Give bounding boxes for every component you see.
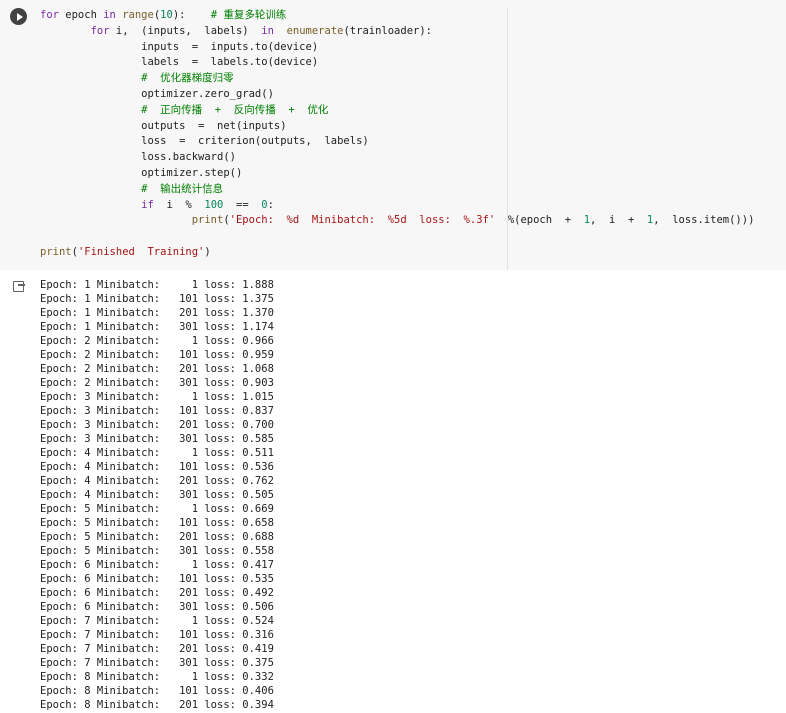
output-line: Epoch: 1 Minibatch: 101 loss: 1.375 — [40, 293, 274, 305]
output-arrow-icon[interactable] — [13, 281, 25, 292]
output-line: Epoch: 7 Minibatch: 1 loss: 0.524 — [40, 615, 274, 627]
output-line: Epoch: 6 Minibatch: 101 loss: 0.535 — [40, 573, 274, 585]
output-line: Epoch: 4 Minibatch: 301 loss: 0.505 — [40, 489, 274, 501]
output-line: Epoch: 2 Minibatch: 1 loss: 0.966 — [40, 335, 274, 347]
code-line-9: loss = criterion(outputs, labels) — [40, 135, 369, 148]
code-line-13: if i % 100 == 0: — [141, 198, 274, 211]
code-line-2: for i, (inputs, labels) in enumerate(tra… — [90, 24, 432, 37]
output-line: Epoch: 2 Minibatch: 301 loss: 0.903 — [40, 377, 274, 389]
run-cell-button[interactable] — [10, 8, 27, 25]
output-line: Epoch: 6 Minibatch: 301 loss: 0.506 — [40, 601, 274, 613]
code-line-8: outputs = net(inputs) — [40, 119, 287, 132]
output-line: Epoch: 5 Minibatch: 301 loss: 0.558 — [40, 545, 274, 557]
output-line: Epoch: 2 Minibatch: 101 loss: 0.959 — [40, 349, 274, 361]
code-line-3: inputs = inputs.to(device) — [40, 40, 319, 53]
output-line: Epoch: 6 Minibatch: 1 loss: 0.417 — [40, 559, 274, 571]
output-line: Epoch: 1 Minibatch: 201 loss: 1.370 — [40, 307, 274, 319]
output-line: Epoch: 7 Minibatch: 301 loss: 0.375 — [40, 657, 274, 669]
output-line: Epoch: 1 Minibatch: 301 loss: 1.174 — [40, 321, 274, 333]
output-line: Epoch: 5 Minibatch: 101 loss: 0.658 — [40, 517, 274, 529]
output-line: Epoch: 3 Minibatch: 201 loss: 0.700 — [40, 419, 274, 431]
code-cell[interactable]: for epoch in range(10): # 重复多轮训练 for i, … — [0, 0, 786, 270]
output-line: Epoch: 4 Minibatch: 1 loss: 0.511 — [40, 447, 274, 459]
output-line: Epoch: 3 Minibatch: 1 loss: 1.015 — [40, 391, 274, 403]
output-line: Epoch: 2 Minibatch: 201 loss: 1.068 — [40, 363, 274, 375]
output-line: Epoch: 4 Minibatch: 201 loss: 0.762 — [40, 475, 274, 487]
output-line: Epoch: 8 Minibatch: 101 loss: 0.406 — [40, 685, 274, 697]
output-line: Epoch: 5 Minibatch: 201 loss: 0.688 — [40, 531, 274, 543]
code-line-6: optimizer.zero_grad() — [40, 87, 274, 100]
code-line-4: labels = labels.to(device) — [40, 56, 319, 69]
code-line-10: loss.backward() — [40, 151, 236, 164]
code-line-7: # 正向传播 + 反向传播 + 优化 — [141, 103, 329, 116]
output-line: Epoch: 4 Minibatch: 101 loss: 0.536 — [40, 461, 274, 473]
code-line-5: # 优化器梯度归零 — [141, 72, 234, 85]
output-line: Epoch: 8 Minibatch: 1 loss: 0.332 — [40, 671, 274, 683]
code-line-12: # 输出统计信息 — [141, 182, 224, 195]
code-line-16: print('Finished Training') — [40, 245, 211, 258]
output-line: Epoch: 3 Minibatch: 301 loss: 0.585 — [40, 433, 274, 445]
output-line: Epoch: 1 Minibatch: 1 loss: 1.888 — [40, 279, 274, 291]
output-line: Epoch: 8 Minibatch: 201 loss: 0.394 — [40, 699, 274, 711]
output-line: Epoch: 5 Minibatch: 1 loss: 0.669 — [40, 503, 274, 515]
output-line: Epoch: 7 Minibatch: 101 loss: 0.316 — [40, 629, 274, 641]
code-editor[interactable]: for epoch in range(10): # 重复多轮训练 for i, … — [40, 8, 754, 261]
code-line-1: for epoch in range(10): # 重复多轮训练 — [40, 9, 287, 21]
cell-output: Epoch: 1 Minibatch: 1 loss: 1.888 Epoch:… — [40, 278, 274, 712]
code-line-11: optimizer.step() — [40, 166, 243, 179]
output-line: Epoch: 3 Minibatch: 101 loss: 0.837 — [40, 405, 274, 417]
code-line-14: print('Epoch: %d Minibatch: %5d loss: %.… — [191, 214, 755, 227]
output-line: Epoch: 6 Minibatch: 201 loss: 0.492 — [40, 587, 274, 599]
output-line: Epoch: 7 Minibatch: 201 loss: 0.419 — [40, 643, 274, 655]
